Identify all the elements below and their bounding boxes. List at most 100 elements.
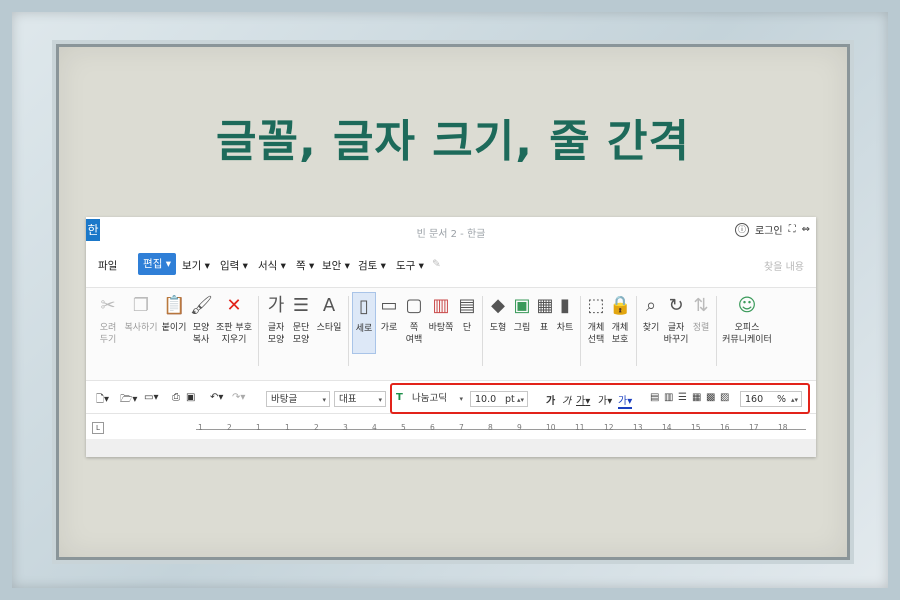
ruler-tick: 16 [720, 423, 730, 432]
ruler-tick: 11 [575, 423, 585, 432]
brush-copy-icon: 🖌 [190, 295, 213, 316]
clear-format-button[interactable]: ✕ 조판 부호 지우기 [214, 294, 254, 346]
select-object-button[interactable]: ⬚ 개체 선택 [584, 294, 608, 346]
ruler-tick: 17 [749, 423, 759, 432]
columns-icon: ▤ [458, 295, 476, 316]
replace-button[interactable]: ↻ 글자 바꾸기 [662, 294, 690, 346]
undo-icon[interactable]: ↶▾ [210, 392, 223, 403]
picture-button[interactable]: ▣ 그림 [510, 294, 534, 334]
ruler-tick: 2 [227, 423, 232, 432]
style-button[interactable]: A 스타일 [314, 294, 344, 334]
tab-corner[interactable]: L [92, 422, 104, 434]
copy-button[interactable]: ❐ 복사하기 [122, 294, 160, 334]
landscape-button[interactable]: ▭ 가로 [378, 294, 400, 334]
table-icon: ▦ [536, 295, 554, 316]
style-select[interactable]: 바탕글 ▾ [266, 391, 330, 407]
columns-button[interactable]: ▤ 단 [456, 294, 478, 334]
language-select[interactable]: 대표 ▾ [334, 391, 386, 407]
margins-icon: ▢ [405, 295, 423, 316]
para-shape-button[interactable]: ☰ 문단 모양 [288, 294, 314, 346]
shape-copy-button[interactable]: 🖌 모양 복사 [188, 294, 214, 346]
replace-icon: ↻ [668, 295, 684, 316]
copy-icon: ❐ [132, 295, 150, 316]
char-shape-button[interactable]: 가 글자 모양 [264, 294, 288, 346]
fullscreen-icon[interactable]: ⛶ [789, 224, 796, 235]
shapes-icon: ◆ [491, 295, 505, 316]
ribbon-separator [716, 296, 717, 366]
ruler-tick: 1 [198, 423, 203, 432]
app-screenshot: 한 빈 문서 2 - 한글 ⓘ 로그인 ⛶ ⇔ 파일 편집 ▾ 보기 ▾ 입력 … [86, 217, 816, 457]
document-area [86, 439, 816, 457]
select-object-icon: ⬚ [587, 295, 605, 316]
redo-icon[interactable]: ↷▾ [232, 392, 245, 403]
ribbon-toolbar: ✂ 오려 두기 ❐ 복사하기 📋 붙이기 🖌 모양 복사 ✕ 조판 부호 지우기 가 글자 … [86, 287, 816, 381]
ruler-tick: 5 [401, 423, 406, 432]
office-communicator-button[interactable]: ☺ 오피스 커뮤니케이터 [720, 294, 774, 346]
margins-button[interactable]: ▢ 쪽 여백 [402, 294, 426, 346]
slide-board: 글꼴, 글자 크기, 줄 간격 한 빈 문서 2 - 한글 ⓘ 로그인 ⛶ ⇔ … [56, 44, 850, 560]
cut-button[interactable]: ✂ 오려 두기 [94, 294, 122, 346]
preview-icon[interactable]: ▣ [186, 392, 195, 403]
ruler-tick: 4 [372, 423, 377, 432]
ruler: L 1 2 1 1 2 3 4 5 6 7 8 9 10 11 12 13 14 15 16 17 18 [86, 419, 816, 437]
binoculars-icon: ⌕ [645, 295, 657, 316]
ruler-tick: 8 [488, 423, 493, 432]
char-shape-icon: 가 [267, 295, 285, 316]
paragraph-icon: ☰ [292, 295, 310, 316]
save-icon[interactable]: ▭▾ [144, 392, 158, 403]
communicator-icon: ☺ [737, 295, 757, 316]
highlight-box [390, 383, 810, 414]
title-bar-right: ⓘ 로그인 ⛶ ⇔ [735, 222, 810, 237]
ruler-tick: 18 [778, 423, 788, 432]
shapes-button[interactable]: ◆ 도형 [486, 294, 510, 334]
ribbon-separator [482, 296, 483, 366]
paste-button[interactable]: 📋 붙이기 [160, 294, 188, 334]
brush-icon[interactable]: ✎ [432, 258, 441, 270]
menu-format[interactable]: 서식 ▾ [258, 258, 286, 273]
portrait-button[interactable]: ▯ 세로 [352, 292, 376, 354]
find-button[interactable]: ⌕ 찾기 [640, 294, 662, 334]
ruler-tick: 6 [430, 423, 435, 432]
open-folder-icon[interactable]: 🗁▾ [120, 392, 137, 409]
ruler-tick: 10 [546, 423, 556, 432]
table-button[interactable]: ▦ 표 [534, 294, 554, 334]
sort-button[interactable]: ⇅ 정렬 [690, 294, 712, 334]
protect-object-button[interactable]: 🔒 개체 보호 [608, 294, 632, 346]
menu-file[interactable]: 파일 [98, 258, 117, 273]
expand-icon[interactable]: ⇔ [802, 224, 810, 235]
chart-button[interactable]: ▮ 차트 [554, 294, 576, 334]
ruler-tick: 12 [604, 423, 614, 432]
menu-insert[interactable]: 입력 ▾ [220, 258, 248, 273]
ruler-tick: 7 [459, 423, 464, 432]
picture-icon: ▣ [513, 295, 531, 316]
style-icon: A [322, 295, 336, 316]
document-title: 빈 문서 2 - 한글 [416, 229, 486, 240]
ruler-tick: 13 [633, 423, 643, 432]
ruler-tick: 1 [285, 423, 290, 432]
page-title: 글꼴, 글자 크기, 줄 간격 [215, 116, 691, 167]
new-doc-icon[interactable]: 🗋▾ [96, 392, 109, 409]
ruler-tick: 1 [256, 423, 261, 432]
menu-security[interactable]: 보안 ▾ [322, 258, 350, 273]
portrait-page-icon: ▯ [359, 296, 369, 317]
menu-tools[interactable]: 도구 ▾ [396, 258, 424, 273]
user-icon[interactable]: ⓘ [735, 222, 749, 237]
ruler-tick: 3 [343, 423, 348, 432]
menu-page[interactable]: 쪽 ▾ [296, 258, 314, 273]
title-bar: 한 빈 문서 2 - 한글 ⓘ 로그인 ⛶ ⇔ [86, 217, 816, 247]
ruler-tick: 15 [691, 423, 701, 432]
menu-view[interactable]: 보기 ▾ [182, 258, 210, 273]
ribbon-separator [348, 296, 349, 366]
ribbon-separator [580, 296, 581, 366]
search-input[interactable]: 찾을 내용 [764, 258, 804, 273]
page-border-icon: ▥ [432, 295, 450, 316]
menu-bar: 파일 편집 ▾ 보기 ▾ 입력 ▾ 서식 ▾ 쪽 ▾ 보안 ▾ 검토 ▾ 도구 … [86, 253, 816, 279]
chart-icon: ▮ [560, 295, 570, 316]
login-button[interactable]: 로그인 [755, 222, 783, 237]
clear-x-icon: ✕ [226, 295, 242, 316]
print-icon[interactable]: ⎙ [172, 392, 180, 403]
page-border-button[interactable]: ▥ 바탕쪽 [426, 294, 456, 334]
landscape-page-icon: ▭ [380, 295, 398, 316]
menu-edit[interactable]: 편집 ▾ [138, 253, 176, 275]
menu-review[interactable]: 검토 ▾ [358, 258, 386, 273]
